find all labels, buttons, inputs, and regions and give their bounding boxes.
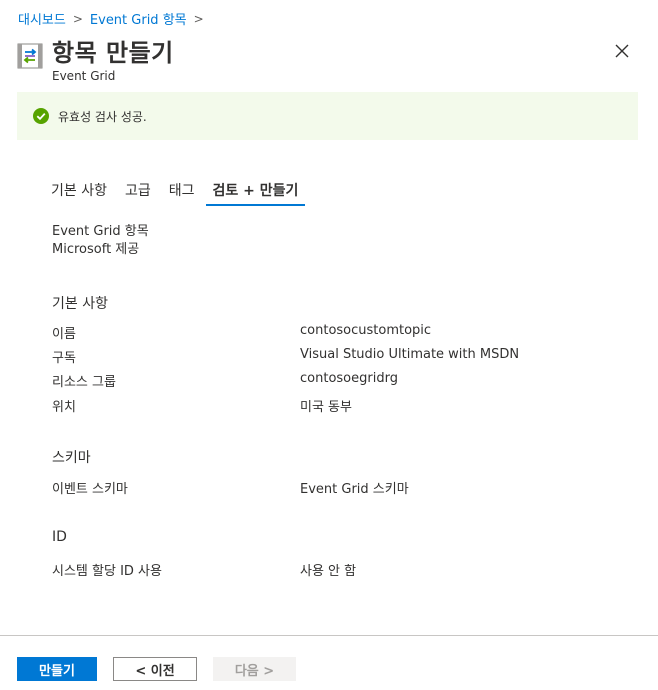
breadcrumb: 대시보드 > Event Grid 항목 > xyxy=(18,9,211,29)
breadcrumb-event-grid-topics-link[interactable]: Event Grid 항목 xyxy=(90,9,187,28)
event-grid-icon xyxy=(17,43,43,69)
section-title-basics: 기본 사항 xyxy=(52,296,108,312)
close-icon xyxy=(615,44,629,58)
section-title-identity: ID xyxy=(52,529,67,545)
publisher-name: Microsoft 제공 xyxy=(52,242,140,257)
review-row-event-schema: 이벤트 스키마 Event Grid 스키마 xyxy=(52,478,612,497)
footer-divider xyxy=(0,635,658,636)
breadcrumb-separator: > xyxy=(193,11,204,26)
review-row-location: 위치 미국 동부 xyxy=(52,396,612,415)
review-value: contosoegridrg xyxy=(300,371,398,386)
review-key: 이름 xyxy=(52,327,76,342)
tab-tags[interactable]: 태그 xyxy=(162,180,202,206)
validation-message: 유효성 검사 성공. xyxy=(58,109,147,124)
review-key: 위치 xyxy=(52,400,76,415)
tab-review-create[interactable]: 검토 + 만들기 xyxy=(205,180,306,206)
review-row-subscription: 구독 Visual Studio Ultimate with MSDN xyxy=(52,347,612,366)
previous-button[interactable]: < 이전 xyxy=(113,657,197,681)
product-name: Event Grid 항목 xyxy=(52,224,149,239)
create-button[interactable]: 만들기 xyxy=(17,657,97,681)
page-header: 항목 만들기 Event Grid xyxy=(17,38,174,83)
review-value: Event Grid 스키마 xyxy=(300,482,409,497)
tab-advanced[interactable]: 고급 xyxy=(118,180,158,206)
success-check-icon xyxy=(33,108,49,124)
close-button[interactable] xyxy=(612,41,632,61)
create-topic-page: 대시보드 > Event Grid 항목 > 항목 만들기 Event Grid… xyxy=(0,0,658,690)
next-button: 다음 > xyxy=(213,657,296,681)
breadcrumb-separator: > xyxy=(72,11,83,26)
review-key: 시스템 할당 ID 사용 xyxy=(52,564,162,579)
product-summary: Event Grid 항목 Microsoft 제공 xyxy=(52,223,149,259)
review-row-resource-group: 리소스 그룹 contosoegridrg xyxy=(52,371,612,390)
validation-banner: 유효성 검사 성공. xyxy=(17,92,638,140)
review-value: Visual Studio Ultimate with MSDN xyxy=(300,347,520,362)
review-row-system-identity: 시스템 할당 ID 사용 사용 안 함 xyxy=(52,560,612,579)
tab-basics[interactable]: 기본 사항 xyxy=(44,180,114,206)
review-value: contosocustomtopic xyxy=(300,323,432,338)
review-key: 리소스 그룹 xyxy=(52,375,116,390)
review-value: 미국 동부 xyxy=(300,400,352,415)
review-key: 이벤트 스키마 xyxy=(52,482,128,497)
review-key: 구독 xyxy=(52,351,76,366)
wizard-tabs: 기본 사항 고급 태그 검토 + 만들기 xyxy=(44,180,309,206)
breadcrumb-dashboard-link[interactable]: 대시보드 xyxy=(18,9,66,28)
page-title: 항목 만들기 xyxy=(52,39,174,67)
page-subtitle: Event Grid xyxy=(52,69,116,83)
section-title-schema: 스키마 xyxy=(52,450,91,466)
review-value: 사용 안 함 xyxy=(300,564,357,579)
review-row-name: 이름 contosocustomtopic xyxy=(52,323,612,342)
